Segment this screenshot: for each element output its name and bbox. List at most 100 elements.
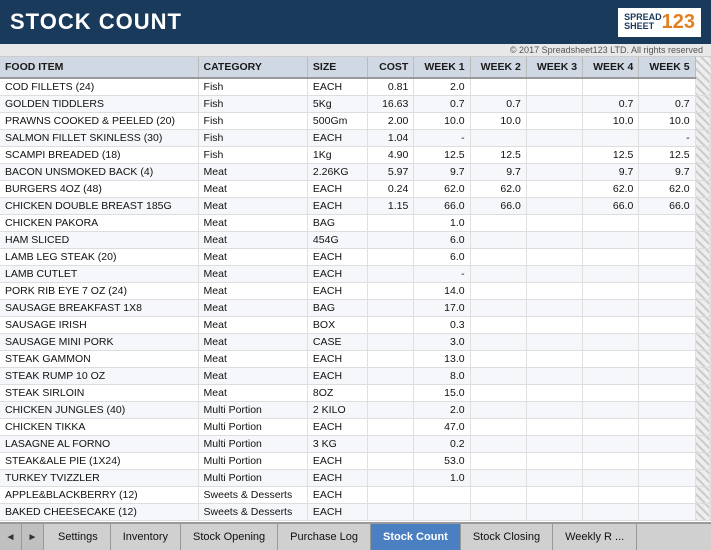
table-cell: 1.04 xyxy=(368,130,414,147)
table-cell: SAUSAGE IRISH xyxy=(0,317,198,334)
table-cell xyxy=(639,232,695,249)
right-edge-cell xyxy=(695,249,710,266)
col-week3: WEEK 3 xyxy=(526,57,582,78)
table-cell xyxy=(368,215,414,232)
table-cell xyxy=(639,368,695,385)
table-cell xyxy=(583,368,639,385)
right-edge-cell xyxy=(695,232,710,249)
table-cell xyxy=(526,232,582,249)
col-cost: COST xyxy=(368,57,414,78)
table-cell xyxy=(470,453,526,470)
tab-stock-opening[interactable]: Stock Opening xyxy=(181,524,278,550)
tab-stock-count[interactable]: Stock Count xyxy=(371,524,461,550)
table-container[interactable]: FOOD ITEM CATEGORY SIZE COST WEEK 1 WEEK… xyxy=(0,57,711,522)
table-cell xyxy=(526,198,582,215)
header: STOCK COUNT SPREADSHEET 123 xyxy=(0,0,711,44)
tab-weekly-r[interactable]: Weekly R ... xyxy=(553,524,637,550)
table-row: CHICKEN DOUBLE BREAST 185GMeatEACH1.1566… xyxy=(0,198,711,215)
table-cell: 17.0 xyxy=(414,300,470,317)
tab-inventory[interactable]: Inventory xyxy=(111,524,181,550)
table-cell xyxy=(368,453,414,470)
table-cell: 15.0 xyxy=(414,385,470,402)
table-cell xyxy=(526,164,582,181)
table-cell: CASE xyxy=(307,334,367,351)
table-row: APPLE&BLACKBERRY (12)Sweets & DessertsEA… xyxy=(0,487,711,504)
right-edge-cell xyxy=(695,78,710,96)
table-cell xyxy=(368,266,414,283)
table-cell xyxy=(526,283,582,300)
table-cell: BAG xyxy=(307,300,367,317)
table-cell xyxy=(368,504,414,521)
table-cell: 6.0 xyxy=(414,249,470,266)
nav-arrow-right[interactable]: ► xyxy=(22,524,44,550)
table-cell: 1.0 xyxy=(414,470,470,487)
table-cell xyxy=(639,317,695,334)
table-cell xyxy=(583,232,639,249)
table-cell: 2 KILO xyxy=(307,402,367,419)
nav-arrow-left[interactable]: ◄ xyxy=(0,524,22,550)
table-cell: Meat xyxy=(198,215,307,232)
table-cell xyxy=(526,504,582,521)
table-cell xyxy=(526,351,582,368)
table-cell xyxy=(470,470,526,487)
logo-spread: SPREADSHEET xyxy=(624,13,662,31)
table-cell xyxy=(368,419,414,436)
col-week5: WEEK 5 xyxy=(639,57,695,78)
table-cell xyxy=(639,300,695,317)
right-edge-cell xyxy=(695,96,710,113)
table-row: SAUSAGE BREAKFAST 1X8MeatBAG17.0 xyxy=(0,300,711,317)
table-cell xyxy=(368,334,414,351)
table-cell xyxy=(470,215,526,232)
table-cell: 6.0 xyxy=(414,232,470,249)
table-cell: 47.0 xyxy=(414,419,470,436)
table-cell xyxy=(639,283,695,300)
right-edge-cell xyxy=(695,402,710,419)
table-cell xyxy=(583,130,639,147)
tab-purchase-log[interactable]: Purchase Log xyxy=(278,524,371,550)
table-row: LASAGNE AL FORNOMulti Portion3 KG0.2 xyxy=(0,436,711,453)
tab-settings[interactable]: Settings xyxy=(46,524,111,550)
table-cell xyxy=(470,402,526,419)
table-cell xyxy=(470,249,526,266)
table-cell xyxy=(470,487,526,504)
table-cell xyxy=(639,385,695,402)
table-cell: 2.00 xyxy=(368,113,414,130)
table-cell: Fish xyxy=(198,96,307,113)
table-cell xyxy=(583,215,639,232)
table-row: STEAK&ALE PIE (1X24)Multi PortionEACH53.… xyxy=(0,453,711,470)
table-cell: Multi Portion xyxy=(198,402,307,419)
table-cell xyxy=(639,334,695,351)
table-cell xyxy=(368,249,414,266)
right-edge-cell xyxy=(695,181,710,198)
table-header-row: FOOD ITEM CATEGORY SIZE COST WEEK 1 WEEK… xyxy=(0,57,711,78)
table-cell: STEAK RUMP 10 OZ xyxy=(0,368,198,385)
table-cell xyxy=(583,78,639,96)
right-edge-cell xyxy=(695,164,710,181)
table-cell xyxy=(526,249,582,266)
table-cell: 3.0 xyxy=(414,334,470,351)
table-cell: EACH xyxy=(307,130,367,147)
table-cell xyxy=(470,317,526,334)
table-cell xyxy=(526,487,582,504)
table-cell: 1Kg xyxy=(307,147,367,164)
page-title: STOCK COUNT xyxy=(10,9,182,35)
table-cell: Multi Portion xyxy=(198,419,307,436)
table-cell: Sweets & Desserts xyxy=(198,504,307,521)
right-edge-cell xyxy=(695,436,710,453)
table-cell: - xyxy=(414,130,470,147)
right-edge xyxy=(695,57,710,78)
table-cell: EACH xyxy=(307,78,367,96)
table-cell: Sweets & Desserts xyxy=(198,487,307,504)
table-cell: 16.63 xyxy=(368,96,414,113)
table-row: STEAK RUMP 10 OZMeatEACH8.0 xyxy=(0,368,711,385)
table-cell xyxy=(639,453,695,470)
table-cell xyxy=(526,215,582,232)
table-cell: 12.5 xyxy=(583,147,639,164)
table-cell: 2.0 xyxy=(414,78,470,96)
table-cell: 0.7 xyxy=(583,96,639,113)
table-cell: Meat xyxy=(198,300,307,317)
tab-stock-closing[interactable]: Stock Closing xyxy=(461,524,553,550)
table-cell: Meat xyxy=(198,249,307,266)
table-cell: 12.5 xyxy=(414,147,470,164)
right-edge-cell xyxy=(695,317,710,334)
